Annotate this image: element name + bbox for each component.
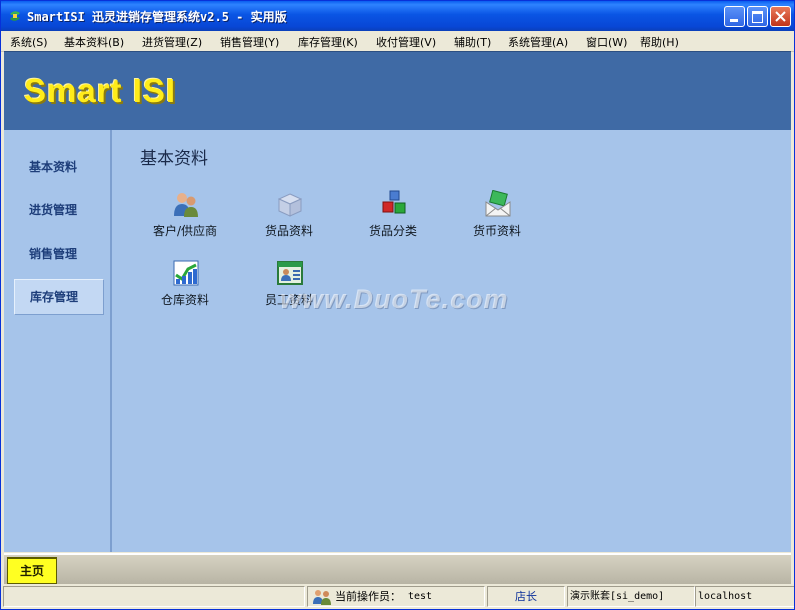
tile-label: 仓库资料 xyxy=(160,293,209,307)
status-operator: 当前操作员： test xyxy=(307,586,485,607)
menu-tools[interactable]: 辅助(T) xyxy=(454,34,491,50)
status-bar: 当前操作员： test 店长 演示账套[si_demo] localhost xyxy=(1,584,794,609)
logo: Smart ISI xyxy=(24,72,177,109)
sidebar-item-label: 基本资料 xyxy=(29,160,78,174)
status-host: localhost xyxy=(695,586,794,607)
title-bar[interactable]: SmartISI 迅灵进销存管理系统v2.5 - 实用版 xyxy=(1,1,794,31)
chart-icon xyxy=(173,260,199,286)
menu-bar: 系统(S) 基本资料(B) 进货管理(Z) 销售管理(Y) 库存管理(K) 收付… xyxy=(1,31,794,52)
tile-label: 货品资料 xyxy=(264,224,313,238)
tile-label: 货币资料 xyxy=(472,224,521,238)
status-role: 店长 xyxy=(487,586,565,607)
users-icon xyxy=(313,590,331,605)
menu-window[interactable]: 窗口(W) xyxy=(586,34,627,50)
menu-payments[interactable]: 收付管理(V) xyxy=(376,34,436,50)
menu-purchase[interactable]: 进货管理(Z) xyxy=(142,34,202,50)
status-account: 演示账套[si_demo] xyxy=(567,586,695,607)
window-title: SmartISI 迅灵进销存管理系统v2.5 - 实用版 xyxy=(27,10,287,24)
banner: Smart ISI xyxy=(4,51,791,131)
sidebar-item-label: 进货管理 xyxy=(29,203,78,217)
close-button[interactable] xyxy=(770,6,791,27)
maximize-button[interactable] xyxy=(747,6,768,27)
sidebar-item-basic-data[interactable]: 基本资料 xyxy=(4,150,110,184)
cubes-icon xyxy=(382,190,406,214)
menu-help[interactable]: 帮助(H) xyxy=(640,34,679,50)
tab-strip: 主页 xyxy=(4,553,791,585)
menu-sales[interactable]: 销售管理(Y) xyxy=(220,34,279,50)
tile-label: 货品分类 xyxy=(368,224,417,238)
minimize-button[interactable] xyxy=(724,6,745,27)
tile-label: 客户/供应商 xyxy=(152,224,218,238)
tab-home[interactable]: 主页 xyxy=(7,557,57,584)
app-window: SmartISI 迅灵进销存管理系统v2.5 - 实用版 系统(S) 基本资料(… xyxy=(0,0,795,610)
menu-basic-data[interactable]: 基本资料(B) xyxy=(64,34,124,50)
operator-label: 当前操作员： xyxy=(335,590,401,603)
close-icon xyxy=(775,11,786,22)
watermark: www.DuoTe.com xyxy=(280,284,509,314)
box-icon xyxy=(277,193,303,217)
maximize-icon xyxy=(752,11,763,23)
status-empty-cell xyxy=(3,586,305,607)
menu-system-admin[interactable]: 系统管理(A) xyxy=(508,34,568,50)
sidebar-item-label: 销售管理 xyxy=(29,247,78,261)
main-panel: 基本资料 客户/供应商 货品资料 货品分类 货币资料 仓库资料 员工资料 www… xyxy=(112,130,791,552)
id-card-icon xyxy=(277,261,303,285)
operator-name: test xyxy=(408,591,433,602)
sidebar-item-inventory[interactable]: 库存管理 xyxy=(14,279,104,315)
minimize-icon xyxy=(730,19,738,22)
sidebar-item-purchase[interactable]: 进货管理 xyxy=(4,193,110,227)
app-icon xyxy=(10,11,20,21)
money-envelope-icon xyxy=(485,190,511,217)
sidebar-item-label: 库存管理 xyxy=(30,290,79,304)
people-icon xyxy=(174,193,198,217)
sidebar-item-sales[interactable]: 销售管理 xyxy=(4,237,110,271)
menu-inventory[interactable]: 库存管理(K) xyxy=(298,34,358,50)
menu-system[interactable]: 系统(S) xyxy=(10,34,48,50)
sidebar: 基本资料 进货管理 销售管理 库存管理 xyxy=(4,130,112,552)
section-title: 基本资料 xyxy=(140,149,208,169)
